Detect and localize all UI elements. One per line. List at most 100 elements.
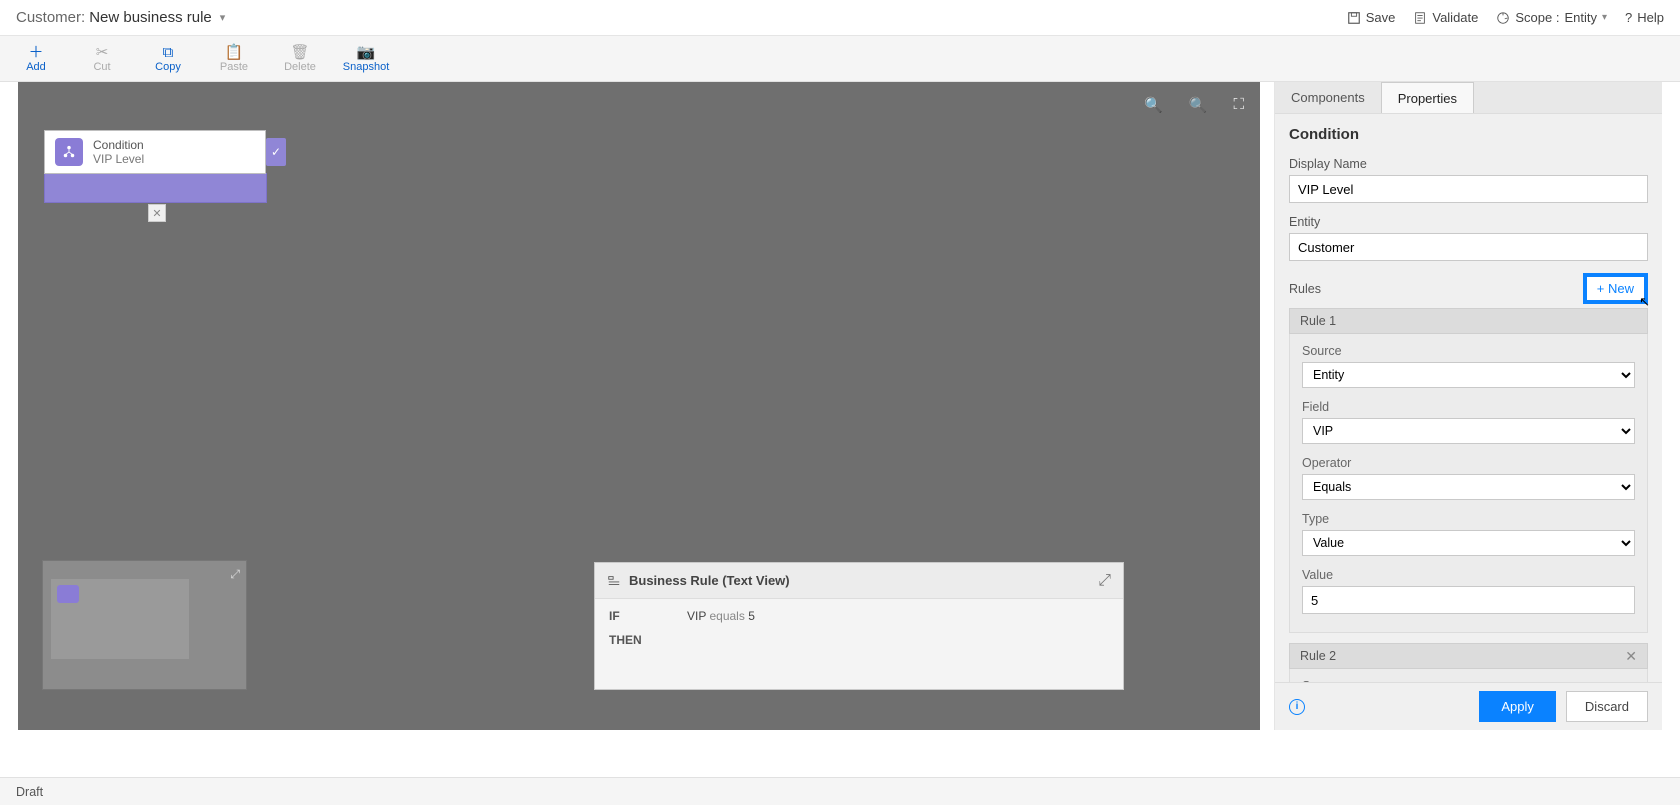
rule1-type-select[interactable]: Value <box>1302 530 1635 556</box>
cut-button[interactable]: ✂ Cut <box>80 45 124 73</box>
minimap-viewport <box>51 579 189 659</box>
delete-label: Delete <box>284 61 316 73</box>
condition-node[interactable]: Condition VIP Level ✓ ✕ <box>44 130 267 203</box>
chevron-down-icon: ▾ <box>1602 12 1607 23</box>
node-check-icon[interactable]: ✓ <box>266 138 286 166</box>
entity-prefix: Customer: <box>16 9 85 26</box>
entity-label: Entity <box>1289 215 1648 229</box>
add-button[interactable]: ＋ Add <box>14 45 58 73</box>
header-actions: Save Validate Scope : Entity ▾ ? Help <box>1347 10 1664 25</box>
status-bar: Draft <box>0 777 1680 805</box>
rule2-close-icon[interactable]: ✕ <box>1625 648 1637 665</box>
page-title: New business rule <box>89 9 212 26</box>
rule1-type-label: Type <box>1302 512 1635 526</box>
toolbar: ＋ Add ✂ Cut ⧉ Copy 📋 Paste 🗑 Delete 📷 Sn… <box>0 36 1680 82</box>
rule1-operator-select[interactable]: Equals <box>1302 474 1635 500</box>
text-view-header: Business Rule (Text View) ⤢ <box>595 563 1123 599</box>
text-view-title: Business Rule (Text View) <box>629 573 790 588</box>
rule1-value-label: Value <box>1302 568 1635 582</box>
canvas-controls: 🔍 🔍 ⛶ <box>1144 96 1244 114</box>
text-view-body: IF VIP equals 5 THEN <box>595 599 1123 667</box>
panel-tabs: Components Properties <box>1275 82 1662 114</box>
canvas[interactable]: 🔍 🔍 ⛶ Condition VIP Level ✓ ✕ <box>18 82 1260 730</box>
fit-screen-icon[interactable]: ⛶ <box>1233 96 1244 114</box>
then-keyword: THEN <box>609 633 647 647</box>
condition-node-text: Condition VIP Level <box>93 138 144 166</box>
rule2-title: Rule 2 <box>1300 649 1336 663</box>
new-rule-button[interactable]: + New ↖ <box>1583 273 1648 304</box>
scope-label: Scope : <box>1515 10 1559 25</box>
rule1-field-select[interactable]: VIP <box>1302 418 1635 444</box>
tab-properties[interactable]: Properties <box>1381 82 1474 113</box>
add-label: Add <box>26 61 46 73</box>
text-view-panel: Business Rule (Text View) ⤢ IF VIP equal… <box>594 562 1124 690</box>
scope-icon <box>1496 11 1510 25</box>
panel-scroll[interactable]: Condition Display Name Entity Rules + Ne… <box>1275 114 1662 682</box>
validate-label: Validate <box>1432 10 1478 25</box>
if-expression: VIP equals 5 <box>687 609 755 623</box>
rule2-header[interactable]: Rule 2 ✕ <box>1289 643 1648 669</box>
help-button[interactable]: ? Help <box>1625 10 1664 25</box>
properties-panel: Components Properties Condition Display … <box>1274 82 1662 730</box>
rule1-source-label: Source <box>1302 344 1635 358</box>
rule1-header[interactable]: Rule 1 <box>1289 308 1648 334</box>
rules-label: Rules <box>1289 282 1321 296</box>
cut-label: Cut <box>93 61 110 73</box>
node-close-icon[interactable]: ✕ <box>148 204 166 222</box>
minimap-expand-icon[interactable]: ⤢ <box>230 567 240 582</box>
help-icon: ? <box>1625 10 1632 25</box>
camera-icon: 📷 <box>357 45 376 60</box>
info-icon[interactable]: i <box>1289 699 1305 715</box>
rule1-value-input[interactable] <box>1302 586 1635 614</box>
delete-button[interactable]: 🗑 Delete <box>278 45 322 73</box>
zoom-out-icon[interactable]: 🔍 <box>1189 96 1208 114</box>
save-icon <box>1347 11 1361 25</box>
validate-button[interactable]: Validate <box>1413 10 1478 25</box>
paste-label: Paste <box>220 61 248 73</box>
condition-node-title: Condition <box>93 138 144 152</box>
save-label: Save <box>1366 10 1396 25</box>
validate-icon <box>1413 11 1427 25</box>
cut-icon: ✂ <box>96 45 109 60</box>
discard-button[interactable]: Discard <box>1566 691 1648 722</box>
breadcrumb[interactable]: Customer: New business rule ▾ <box>16 9 225 26</box>
rule2-source-label: Source <box>1302 679 1635 682</box>
panel-footer: i Apply Discard <box>1275 682 1662 730</box>
snapshot-button[interactable]: 📷 Snapshot <box>344 45 388 73</box>
copy-label: Copy <box>155 61 181 73</box>
rule1-source-select[interactable]: Entity <box>1302 362 1635 388</box>
condition-node-body[interactable]: Condition VIP Level <box>44 130 266 174</box>
scope-selector[interactable]: Scope : Entity ▾ <box>1496 10 1607 25</box>
rule1-field-label: Field <box>1302 400 1635 414</box>
if-keyword: IF <box>609 609 647 623</box>
rule1-operator-label: Operator <box>1302 456 1635 470</box>
apply-button[interactable]: Apply <box>1479 691 1556 722</box>
top-header: Customer: New business rule ▾ Save Valid… <box>0 0 1680 36</box>
condition-node-action-slot[interactable] <box>44 173 267 203</box>
text-view-icon <box>607 574 621 588</box>
copy-icon: ⧉ <box>163 45 174 60</box>
display-name-input[interactable] <box>1289 175 1648 203</box>
display-name-label: Display Name <box>1289 157 1648 171</box>
cursor-icon: ↖ <box>1639 294 1650 310</box>
text-view-expand-icon[interactable]: ⤢ <box>1098 572 1111 590</box>
copy-button[interactable]: ⧉ Copy <box>146 45 190 73</box>
minimap[interactable]: ⤢ <box>42 560 247 690</box>
entity-input[interactable] <box>1289 233 1648 261</box>
main-area: 🔍 🔍 ⛶ Condition VIP Level ✓ ✕ <box>18 82 1662 730</box>
trash-icon: 🗑 <box>290 45 309 60</box>
save-button[interactable]: Save <box>1347 10 1396 25</box>
rule1-title: Rule 1 <box>1300 314 1336 328</box>
condition-node-subtitle: VIP Level <box>93 152 144 166</box>
status-text: Draft <box>16 785 43 799</box>
paste-button[interactable]: 📋 Paste <box>212 45 256 73</box>
zoom-in-icon[interactable]: 🔍 <box>1144 96 1163 114</box>
snapshot-label: Snapshot <box>343 61 389 73</box>
tab-components[interactable]: Components <box>1275 82 1381 113</box>
rule1-body: Source Entity Field VIP Operator Equals <box>1289 334 1648 633</box>
scope-value: Entity <box>1564 10 1597 25</box>
plus-icon: ＋ <box>28 45 43 60</box>
chevron-down-icon: ▾ <box>220 11 226 24</box>
rule2-body: Source Entity Field <box>1289 669 1648 682</box>
paste-icon: 📋 <box>225 45 244 60</box>
